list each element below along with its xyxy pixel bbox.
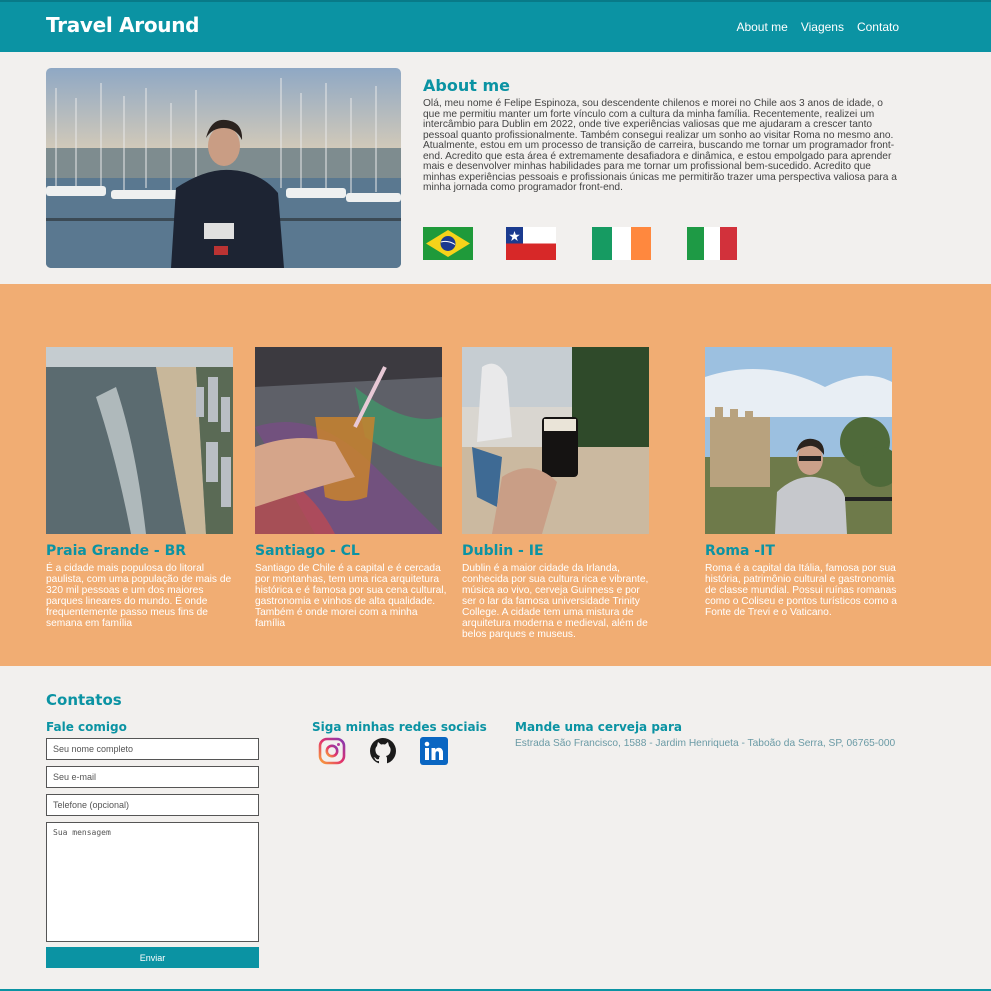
brazil-flag — [423, 227, 473, 260]
roma-photo — [705, 347, 892, 534]
beer-title: Mande uma cerveja para — [515, 720, 683, 734]
trip-text: Santiago de Chile é a capital e é cercad… — [255, 563, 447, 629]
trip-card: Roma -IT Roma é a capital da Itália, fam… — [705, 347, 897, 618]
about-text: Olá, meu nome é Felipe Espinoza, sou des… — [423, 98, 897, 193]
email-field[interactable] — [46, 766, 259, 788]
about-title: About me — [423, 76, 510, 95]
address-text: Estrada São Francisco, 1588 - Jardim Hen… — [515, 738, 896, 749]
about-photo — [46, 68, 401, 268]
instagram-icon[interactable] — [318, 737, 346, 765]
phone-field[interactable] — [46, 794, 259, 816]
trips-section: Praia Grande - BR É a cidade mais populo… — [0, 284, 991, 666]
github-icon[interactable] — [369, 737, 397, 765]
send-button[interactable]: Enviar — [46, 947, 259, 968]
contacts-section: Contatos Fale comigo Enviar Siga minhas … — [0, 666, 991, 991]
about-section: About me Olá, meu nome é Felipe Espinoza… — [0, 52, 991, 284]
trip-title: Praia Grande - BR — [46, 543, 187, 559]
nav-about-me[interactable]: About me — [736, 20, 787, 34]
ireland-flag — [592, 227, 651, 260]
chile-flag — [506, 227, 556, 260]
contacts-title: Contatos — [46, 691, 122, 709]
logo[interactable]: Travel Around — [46, 13, 200, 37]
social-title: Siga minhas redes sociais — [312, 720, 487, 734]
trip-text: É a cidade mais populosa do litoral paul… — [46, 563, 232, 629]
site-header: Travel Around About me Viagens Contato — [0, 0, 991, 52]
praia-grande-photo — [46, 347, 233, 534]
main-nav: About me Viagens Contato — [736, 20, 899, 34]
santiago-photo — [255, 347, 442, 534]
trip-title: Roma -IT — [705, 543, 775, 559]
nav-contato[interactable]: Contato — [857, 20, 899, 34]
form-title: Fale comigo — [46, 720, 127, 734]
trip-card: Praia Grande - BR É a cidade mais populo… — [46, 347, 233, 629]
trip-text: Roma é a capital da Itália, famosa por s… — [705, 563, 897, 618]
trip-title: Dublin - IE — [462, 543, 544, 559]
dublin-photo — [462, 347, 649, 534]
trip-text: Dublin é a maior cidade da Irlanda, conh… — [462, 563, 649, 640]
linkedin-icon[interactable] — [420, 737, 448, 765]
trip-card: Santiago - CL Santiago de Chile é a capi… — [255, 347, 446, 629]
trip-title: Santiago - CL — [255, 543, 360, 559]
italy-flag — [687, 227, 737, 260]
name-field[interactable] — [46, 738, 259, 760]
message-field[interactable] — [46, 822, 259, 942]
nav-viagens[interactable]: Viagens — [801, 20, 844, 34]
trip-card: Dublin - IE Dublin é a maior cidade da I… — [462, 347, 649, 640]
